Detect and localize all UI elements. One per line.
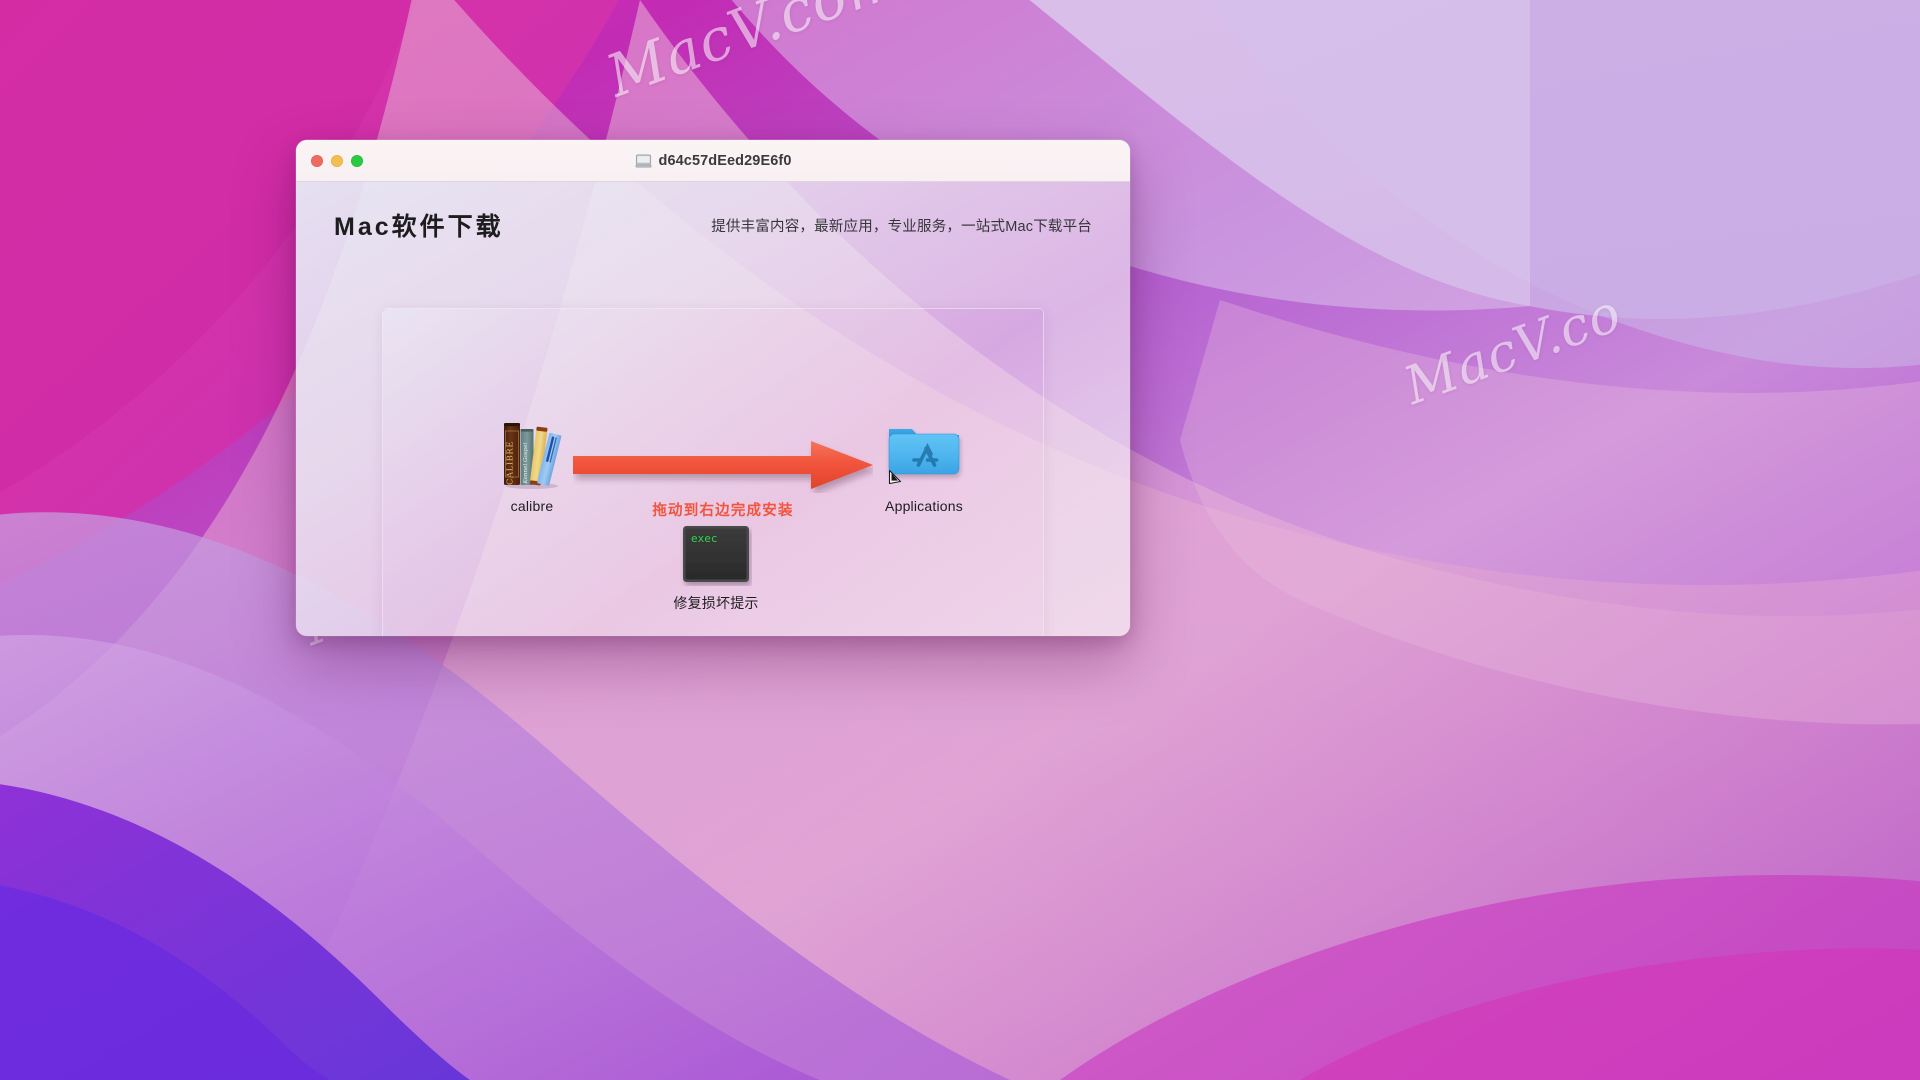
exec-helper-label: 修复损坏提示	[673, 595, 759, 611]
window-body: Mac软件下载 提供丰富内容，最新应用，专业服务，一站式Mac下载平台 CALI…	[296, 182, 1130, 636]
applications-label: Applications	[885, 498, 963, 514]
applications-folder-item[interactable]: Applications	[839, 407, 1009, 514]
exec-helper-item[interactable]: exec 修复损坏提示	[641, 524, 791, 613]
exec-terminal-icon: exec	[683, 526, 749, 582]
window-title-group: d64c57dEed29E6f0	[296, 140, 1130, 181]
applications-folder-icon	[888, 429, 960, 485]
calibre-books-icon: CALIBRE Kennel Gospel	[504, 423, 562, 489]
right-arrow-icon	[573, 441, 873, 489]
header-row: Mac软件下载 提供丰富内容，最新应用，专业服务，一站式Mac下载平台	[296, 182, 1130, 268]
disk-drive-icon	[634, 154, 652, 167]
dmg-installer-window: d64c57dEed29E6f0 Mac软件下载 提供丰富内容，最新应用，专业服…	[296, 140, 1130, 636]
window-title-text: d64c57dEed29E6f0	[658, 152, 792, 169]
svg-text:CALIBRE: CALIBRE	[504, 441, 514, 485]
close-button[interactable]	[311, 154, 323, 167]
exec-icon-text: exec	[691, 532, 718, 545]
brand-title: Mac软件下载	[334, 213, 504, 241]
zoom-button[interactable]	[351, 154, 363, 167]
svg-text:Kennel Gospel: Kennel Gospel	[523, 442, 529, 484]
window-titlebar[interactable]: d64c57dEed29E6f0	[296, 140, 1130, 182]
minimize-button[interactable]	[331, 154, 343, 167]
install-drop-panel: CALIBRE Kennel Gospel calibre 拖动到右边完成安装 …	[383, 309, 1043, 636]
traffic-light-group	[311, 154, 363, 167]
brand-tagline: 提供丰富内容，最新应用，专业服务，一站式Mac下载平台	[711, 218, 1092, 235]
alias-arrow-badge	[888, 469, 902, 485]
